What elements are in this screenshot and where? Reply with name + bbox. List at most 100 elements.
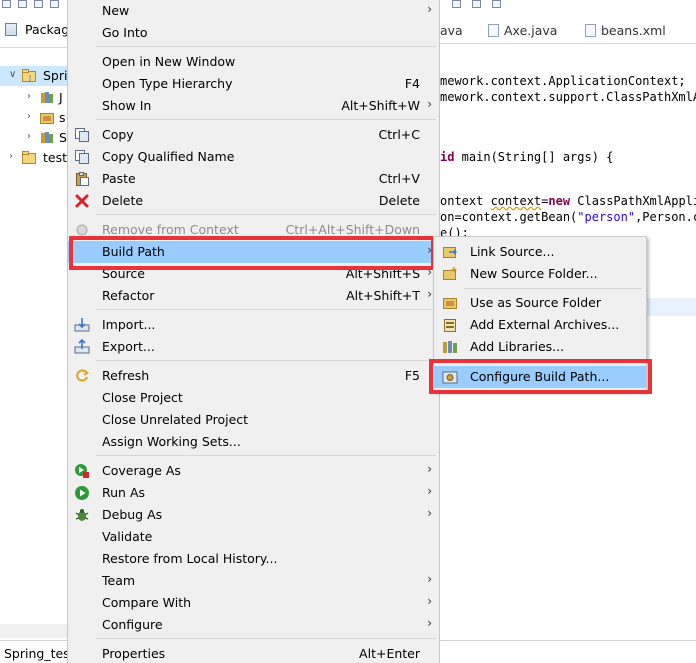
menu-item-label: Coverage As	[102, 463, 181, 478]
menu-item-shortcut: F4	[404, 76, 420, 91]
menu-item-validate[interactable]: Validate	[68, 526, 439, 548]
toolbar-icon[interactable]	[492, 0, 501, 8]
source-folder-icon	[40, 113, 54, 124]
debug-bug-icon	[75, 509, 89, 521]
submenu-item-label: New Source Folder...	[470, 266, 598, 281]
menu-item-close-project[interactable]: Close Project	[68, 387, 439, 409]
menu-item-team[interactable]: Team ›	[68, 570, 439, 592]
submenu-arrow-icon: ›	[427, 243, 432, 257]
menu-item-label: Copy Qualified Name	[102, 149, 235, 164]
tree-item-jre[interactable]: › J	[0, 88, 68, 108]
horizontal-scrollbar[interactable]	[0, 624, 68, 638]
menu-item-close-unrelated-project[interactable]: Close Unrelated Project	[68, 409, 439, 431]
toolbar-icon[interactable]	[50, 0, 59, 8]
project-folder-icon: J	[22, 69, 36, 82]
expand-arrow-icon[interactable]: ›	[27, 111, 37, 123]
project-folder-icon	[22, 151, 36, 164]
menu-item-export[interactable]: Export...	[68, 336, 439, 358]
menu-item-import[interactable]: Import...	[68, 314, 439, 336]
run-icon	[75, 486, 89, 500]
menu-item-build-path[interactable]: Build Path ›	[68, 241, 439, 263]
menu-item-restore-local-history[interactable]: Restore from Local History...	[68, 548, 439, 570]
tree-item-src[interactable]: › s	[0, 108, 68, 128]
menu-item-source[interactable]: Source Alt+Shift+S ›	[68, 263, 439, 285]
submenu-item-add-libraries[interactable]: Add Libraries...	[434, 336, 646, 358]
package-explorer-tab[interactable]: Packag	[0, 12, 68, 48]
toolbar-icon[interactable]	[452, 0, 461, 8]
build-path-submenu: Link Source... New Source Folder... Use …	[433, 236, 647, 392]
menu-item-shortcut: Ctrl+Alt+Shift+Down	[285, 222, 420, 237]
collapse-arrow-icon[interactable]: ∨	[9, 69, 19, 81]
submenu-item-link-source[interactable]: Link Source...	[434, 241, 646, 263]
menu-item-refactor[interactable]: Refactor Alt+Shift+T ›	[68, 285, 439, 307]
menu-item-go-into[interactable]: Go Into	[68, 22, 439, 44]
editor-tab-beans[interactable]: beans.xml	[585, 23, 666, 38]
menu-item-paste[interactable]: Paste Ctrl+V	[68, 168, 439, 190]
toolbar-icon[interactable]	[34, 0, 43, 8]
editor-bottom-bar	[440, 640, 696, 663]
new-source-folder-icon	[443, 267, 457, 280]
expand-arrow-icon[interactable]: ›	[27, 91, 37, 103]
tree-item-spring-lib[interactable]: › S	[0, 128, 68, 148]
menu-item-coverage-as[interactable]: Coverage As ›	[68, 460, 439, 482]
menu-item-configure[interactable]: Configure ›	[68, 614, 439, 636]
menu-item-label: Assign Working Sets...	[102, 434, 241, 449]
toolbar-icon[interactable]	[472, 0, 481, 8]
submenu-item-new-source-folder[interactable]: New Source Folder...	[434, 263, 646, 285]
menu-item-assign-working-sets[interactable]: Assign Working Sets...	[68, 431, 439, 453]
menu-item-delete[interactable]: Delete Delete	[68, 190, 439, 212]
export-icon	[74, 339, 90, 354]
menu-item-shortcut: Alt+Enter	[359, 646, 420, 661]
expand-arrow-icon[interactable]: ›	[9, 151, 19, 163]
submenu-arrow-icon: ›	[427, 462, 432, 476]
menu-separator	[96, 119, 436, 120]
menu-item-properties[interactable]: Properties Alt+Enter	[68, 643, 439, 663]
menu-item-compare-with[interactable]: Compare With ›	[68, 592, 439, 614]
configure-build-path-icon	[442, 371, 458, 384]
submenu-separator	[464, 361, 642, 362]
menu-item-shortcut: Alt+Shift+W	[341, 98, 420, 113]
submenu-item-label: Use as Source Folder	[470, 295, 602, 310]
remove-context-icon	[76, 224, 88, 236]
menu-item-label: Show In	[102, 98, 152, 113]
left-toolbar	[0, 0, 68, 10]
menu-item-shortcut: Ctrl+V	[378, 171, 420, 186]
tree-item-spring-project[interactable]: ∨ J Sprin	[0, 66, 68, 86]
toolbar-icon[interactable]	[18, 0, 27, 8]
menu-item-label: Compare With	[102, 595, 192, 610]
editor-tabs: ava Axe.java beans.xml	[440, 18, 696, 44]
menu-item-label: Run As	[102, 485, 146, 500]
submenu-item-use-as-source-folder[interactable]: Use as Source Folder	[434, 292, 646, 314]
menu-item-debug-as[interactable]: Debug As ›	[68, 504, 439, 526]
menu-item-label: Import...	[102, 317, 156, 332]
tree-item-test-project[interactable]: › test	[0, 148, 68, 168]
menu-item-label: Delete	[102, 193, 144, 208]
editor-tab-axe[interactable]: Axe.java	[488, 23, 557, 38]
menu-separator	[96, 455, 436, 456]
menu-item-label: Source	[102, 266, 145, 281]
menu-item-new[interactable]: New ›	[68, 0, 439, 22]
submenu-separator	[464, 288, 642, 289]
menu-item-refresh[interactable]: Refresh F5	[68, 365, 439, 387]
menu-item-run-as[interactable]: Run As ›	[68, 482, 439, 504]
menu-item-open-in-new-window[interactable]: Open in New Window	[68, 51, 439, 73]
menu-item-label: Configure	[102, 617, 163, 632]
menu-separator	[96, 214, 436, 215]
menu-item-copy[interactable]: Copy Ctrl+C	[68, 124, 439, 146]
menu-item-shortcut: Alt+Shift+S	[345, 266, 420, 281]
submenu-item-add-external-archives[interactable]: Add External Archives...	[434, 314, 646, 336]
menu-item-label: Open Type Hierarchy	[102, 76, 233, 91]
menu-item-show-in[interactable]: Show In Alt+Shift+W ›	[68, 95, 439, 117]
menu-item-open-type-hierarchy[interactable]: Open Type Hierarchy F4	[68, 73, 439, 95]
editor-tab[interactable]: ava	[440, 23, 463, 38]
expand-arrow-icon[interactable]: ›	[27, 131, 37, 143]
menu-item-label: Validate	[102, 529, 153, 544]
coverage-icon	[75, 464, 89, 478]
toolbar-icon[interactable]	[2, 0, 11, 8]
menu-item-copy-qualified-name[interactable]: Copy Qualified Name	[68, 146, 439, 168]
submenu-item-configure-build-path[interactable]: Configure Build Path...	[434, 366, 646, 388]
bottom-view-tab[interactable]: Spring_test	[0, 640, 68, 663]
menu-item-label: Refactor	[102, 288, 155, 303]
submenu-arrow-icon: ›	[427, 572, 432, 586]
copy-icon	[75, 128, 89, 142]
